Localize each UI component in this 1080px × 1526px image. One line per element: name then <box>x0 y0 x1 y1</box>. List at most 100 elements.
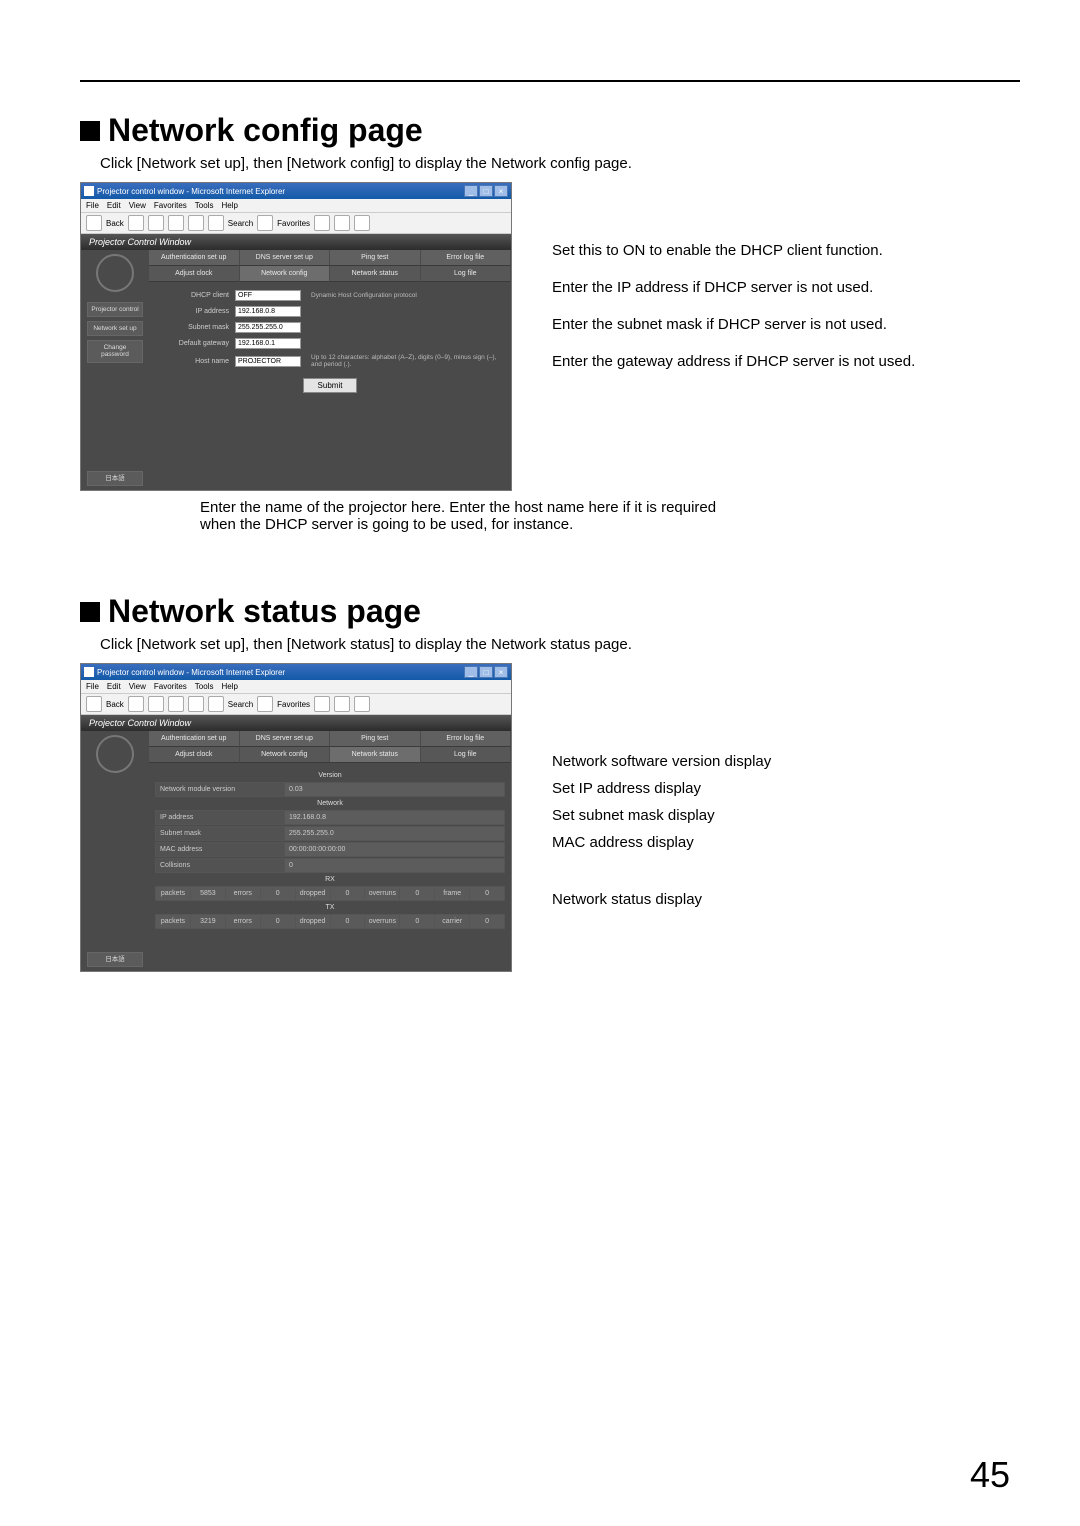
tab-dns[interactable]: DNS server set up <box>240 250 331 266</box>
tab-dns[interactable]: DNS server set up <box>240 731 331 747</box>
toolbar: Back Search Favorites <box>81 693 511 715</box>
tab-errorlog[interactable]: Error log file <box>421 250 512 266</box>
tab-ping[interactable]: Ping test <box>330 250 421 266</box>
minimize-icon[interactable]: _ <box>464 185 478 197</box>
refresh-icon[interactable] <box>168 696 184 712</box>
favorites-icon[interactable] <box>257 215 273 231</box>
submit-button[interactable]: Submit <box>303 378 358 393</box>
forward-icon[interactable] <box>128 696 144 712</box>
stop-icon[interactable] <box>148 215 164 231</box>
sidebar-projector-control[interactable]: Projector control <box>87 302 143 317</box>
callout-ip: Enter the IP address if DHCP server is n… <box>552 279 1020 296</box>
tab-networkconfig[interactable]: Network config <box>240 747 331 763</box>
tab-errorlog[interactable]: Error log file <box>421 731 512 747</box>
rx-frame-v: 0 <box>470 887 504 900</box>
tx-carrier-v: 0 <box>470 915 504 928</box>
sidebar-change-password[interactable]: Change password <box>87 340 143 362</box>
square-bullet-icon <box>80 121 100 141</box>
menu-help[interactable]: Help <box>221 201 237 210</box>
mail-icon[interactable] <box>354 215 370 231</box>
ie-icon <box>84 667 94 677</box>
tab-clock[interactable]: Adjust clock <box>149 266 240 282</box>
dhcp-select[interactable]: OFF <box>235 290 301 301</box>
network-hdr: Network <box>155 800 505 807</box>
page-number: 45 <box>970 1454 1010 1496</box>
stop-icon[interactable] <box>148 696 164 712</box>
menu-favorites[interactable]: Favorites <box>154 201 187 210</box>
menu-edit[interactable]: Edit <box>107 201 121 210</box>
ip-input[interactable]: 192.168.0.8 <box>235 306 301 317</box>
back-icon[interactable] <box>86 696 102 712</box>
tab-auth[interactable]: Authentication set up <box>149 250 240 266</box>
callout-mac: MAC address display <box>552 834 1020 851</box>
tab-logfile[interactable]: Log file <box>421 747 512 763</box>
sidebar: 日本語 <box>81 731 149 971</box>
home-icon[interactable] <box>188 696 204 712</box>
sidebar-japanese[interactable]: 日本語 <box>87 471 143 486</box>
menu-tools[interactable]: Tools <box>195 682 214 691</box>
rx-packets-l: packets <box>156 887 191 900</box>
sidebar-japanese[interactable]: 日本語 <box>87 952 143 967</box>
home-icon[interactable] <box>188 215 204 231</box>
back-label[interactable]: Back <box>106 219 124 228</box>
close-icon[interactable]: × <box>494 185 508 197</box>
mask-input[interactable]: 255.255.255.0 <box>235 322 301 333</box>
row-version: Network module version0.03 <box>155 782 505 797</box>
section1-title: Network config page <box>80 112 1020 149</box>
section1-title-text: Network config page <box>108 112 423 149</box>
menu-help[interactable]: Help <box>221 682 237 691</box>
media-icon[interactable] <box>314 215 330 231</box>
gw-input[interactable]: 192.168.0.1 <box>235 338 301 349</box>
menu-view[interactable]: View <box>129 682 146 691</box>
mail-icon[interactable] <box>354 696 370 712</box>
close-icon[interactable]: × <box>494 666 508 678</box>
sidebar-network-setup[interactable]: Network set up <box>87 321 143 336</box>
search-label[interactable]: Search <box>228 219 253 228</box>
tab-auth[interactable]: Authentication set up <box>149 731 240 747</box>
tab-networkconfig[interactable]: Network config <box>240 266 331 282</box>
rx-hdr: RX <box>155 876 505 883</box>
callout-mask: Set subnet mask display <box>552 807 1020 824</box>
tab-networkstatus[interactable]: Network status <box>330 266 421 282</box>
menu-file[interactable]: File <box>86 201 99 210</box>
ip-value: 192.168.0.8 <box>285 811 504 824</box>
minimize-icon[interactable]: _ <box>464 666 478 678</box>
rx-frame-l: frame <box>435 887 470 900</box>
favorites-icon[interactable] <box>257 696 273 712</box>
tab-clock[interactable]: Adjust clock <box>149 747 240 763</box>
callout-ip: Set IP address display <box>552 780 1020 797</box>
callout-net: Network status display <box>552 891 1020 908</box>
tab-networkstatus[interactable]: Network status <box>330 747 421 763</box>
host-input[interactable]: PROJECTOR <box>235 356 301 367</box>
tx-dropped-l: dropped <box>296 915 331 928</box>
logo-icon <box>96 254 134 292</box>
logo-icon <box>96 735 134 773</box>
search-icon[interactable] <box>208 696 224 712</box>
refresh-icon[interactable] <box>168 215 184 231</box>
history-icon[interactable] <box>334 696 350 712</box>
menu-file[interactable]: File <box>86 682 99 691</box>
maximize-icon[interactable]: □ <box>479 185 493 197</box>
menu-favorites[interactable]: Favorites <box>154 682 187 691</box>
back-icon[interactable] <box>86 215 102 231</box>
history-icon[interactable] <box>334 215 350 231</box>
tx-packets-v: 3219 <box>191 915 226 928</box>
maximize-icon[interactable]: □ <box>479 666 493 678</box>
gw-label: Default gateway <box>159 340 235 347</box>
tx-dropped-v: 0 <box>331 915 366 928</box>
menu-edit[interactable]: Edit <box>107 682 121 691</box>
media-icon[interactable] <box>314 696 330 712</box>
tab-logfile[interactable]: Log file <box>421 266 512 282</box>
menu-view[interactable]: View <box>129 201 146 210</box>
tx-hdr: TX <box>155 904 505 911</box>
forward-icon[interactable] <box>128 215 144 231</box>
favorites-label[interactable]: Favorites <box>277 219 310 228</box>
search-label[interactable]: Search <box>228 700 253 709</box>
pcw-header: Projector Control Window <box>81 234 511 250</box>
search-icon[interactable] <box>208 215 224 231</box>
back-label[interactable]: Back <box>106 700 124 709</box>
screenshot-status: Projector control window - Microsoft Int… <box>80 663 512 972</box>
tab-ping[interactable]: Ping test <box>330 731 421 747</box>
favorites-label[interactable]: Favorites <box>277 700 310 709</box>
menu-tools[interactable]: Tools <box>195 201 214 210</box>
